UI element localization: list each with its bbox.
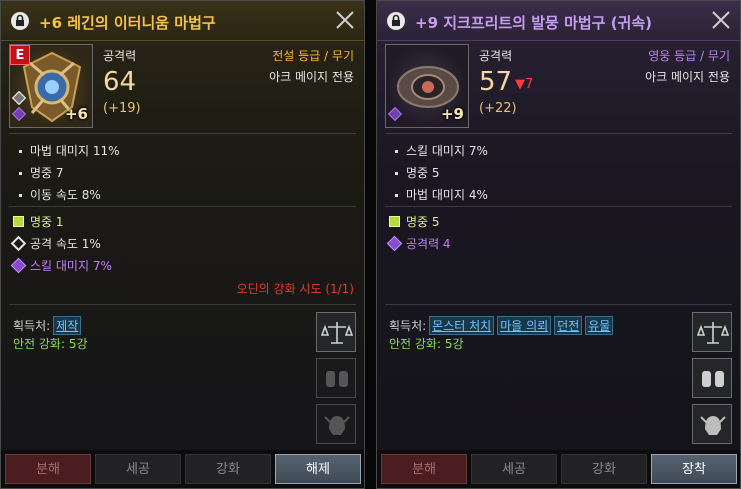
compare-scale-button[interactable] — [692, 312, 732, 352]
acquisition-source: 획득처: 몬스터 처치 마을 의뢰 던전 유물 — [389, 316, 614, 335]
lock-icon[interactable] — [11, 11, 29, 31]
class-restriction: 아크 메이지 전용 — [269, 70, 354, 84]
panel-header: +6 레긴의 이터니움 마법구 — [1, 1, 364, 41]
equip-button[interactable]: 장착 — [651, 454, 737, 484]
swap-appearance-button[interactable] — [316, 358, 356, 398]
stat-line: 명중 7 — [19, 164, 64, 181]
action-bar: 분해 세공 강화 장착 — [377, 450, 740, 488]
purple-gem-icon — [386, 235, 403, 252]
attack-label: 공격력 — [479, 49, 513, 63]
enhance-button[interactable]: 강화 — [185, 454, 271, 484]
acquisition-source: 획득처: 제작 — [13, 316, 82, 335]
tier-badge: E — [10, 45, 30, 65]
safe-enhance: 안전 강화: 5강 — [13, 337, 88, 351]
tooltip-panel-right: +9 지크프리트의 발뭉 마법구 (귀속) +9 공격력 57 ▼7 (+22)… — [376, 0, 741, 489]
source-link[interactable]: 마을 의뢰 — [497, 316, 552, 335]
refine-button[interactable]: 세공 — [95, 454, 181, 484]
white-gem-icon — [10, 235, 27, 252]
compare-scale-button[interactable] — [316, 312, 356, 352]
purple-gem-icon — [10, 257, 27, 274]
attack-value: 57 — [479, 67, 513, 97]
sub-stat-line: 명중 5 — [389, 213, 440, 230]
odin-enhance-attempt: 오딘의 강화 시도 (1/1) — [236, 282, 354, 296]
stat-line: 마법 대미지 11% — [19, 142, 120, 159]
unequip-button[interactable]: 해제 — [275, 454, 361, 484]
item-title: +6 레긴의 이터니움 마법구 — [39, 14, 216, 32]
character-equip-button[interactable] — [316, 404, 356, 444]
panel-gap — [365, 0, 376, 489]
sub-stat-line: 공격 속도 1% — [10, 235, 101, 252]
rune-green-icon — [13, 216, 24, 227]
scale-icon — [320, 322, 354, 344]
safe-enhance: 안전 강화: 5강 — [389, 337, 464, 351]
character-equip-button[interactable] — [692, 404, 732, 444]
close-icon[interactable] — [710, 9, 732, 31]
attack-value: 64 — [103, 67, 137, 97]
close-icon[interactable] — [334, 9, 356, 31]
dismantle-button[interactable]: 분해 — [5, 454, 91, 484]
helmet-icon — [324, 416, 350, 435]
item-grade: 영웅 등급 / 무기 — [648, 49, 730, 63]
lock-icon[interactable] — [387, 11, 405, 31]
attack-bonus: (+19) — [103, 101, 141, 116]
action-bar: 분해 세공 강화 해제 — [1, 450, 364, 488]
swap-appearance-button[interactable] — [692, 358, 732, 398]
refine-button[interactable]: 세공 — [471, 454, 557, 484]
divider — [9, 304, 356, 305]
helmet-icon — [700, 416, 726, 435]
scale-icon — [696, 322, 730, 344]
stat-line: 명중 5 — [395, 164, 440, 181]
enhance-level: +9 — [440, 105, 464, 123]
attack-label: 공격력 — [103, 49, 137, 63]
sub-stat-line: 스킬 대미지 7% — [10, 257, 112, 274]
divider — [385, 304, 732, 305]
source-link[interactable]: 몬스터 처치 — [429, 316, 495, 335]
divider — [385, 206, 732, 207]
item-icon: +9 — [385, 44, 469, 128]
item-title: +9 지크프리트의 발뭉 마법구 (귀속) — [415, 14, 653, 32]
stat-line: 스킬 대미지 7% — [395, 142, 488, 159]
stat-line: 이동 속도 8% — [19, 186, 101, 203]
panel-header: +9 지크프리트의 발뭉 마법구 (귀속) — [377, 1, 740, 41]
divider — [9, 133, 356, 134]
compare-icon — [702, 371, 724, 387]
item-grade: 전설 등급 / 무기 — [272, 49, 354, 63]
attack-bonus: (+22) — [479, 101, 517, 116]
stat-line: 마법 대미지 4% — [395, 186, 488, 203]
compare-icon — [326, 371, 348, 387]
item-icon: E +6 — [9, 44, 93, 128]
source-link[interactable]: 던전 — [554, 316, 583, 335]
sub-stat-line: 공격력 4 — [386, 235, 451, 252]
sub-stat-line: 명중 1 — [13, 213, 64, 230]
divider — [9, 206, 356, 207]
tooltip-panel-left: +6 레긴의 이터니움 마법구 E +6 공격력 64 (+19) 전설 등급 … — [0, 0, 365, 489]
enhance-level: +6 — [64, 105, 88, 123]
source-link[interactable]: 유물 — [585, 316, 614, 335]
rune-green-icon — [389, 216, 400, 227]
divider — [385, 133, 732, 134]
attack-difference: ▼7 — [515, 77, 534, 92]
enhance-button[interactable]: 강화 — [561, 454, 647, 484]
dismantle-button[interactable]: 분해 — [381, 454, 467, 484]
source-link[interactable]: 제작 — [53, 316, 82, 335]
class-restriction: 아크 메이지 전용 — [645, 70, 730, 84]
